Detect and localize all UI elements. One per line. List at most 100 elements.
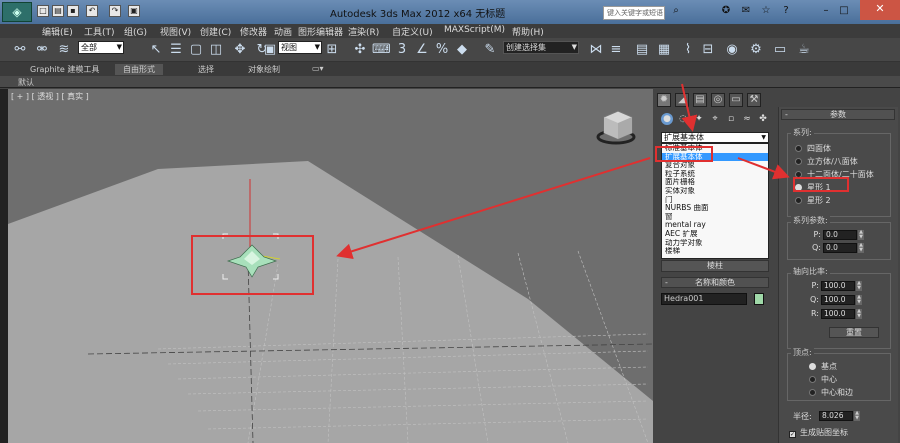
hierarchy-tab-icon[interactable]: ▤ <box>693 93 707 107</box>
object-color-swatch[interactable] <box>754 293 764 305</box>
favorites-icon[interactable]: ☆ <box>760 5 772 17</box>
shapes-icon[interactable]: ◌ <box>677 113 689 125</box>
radio-vertex-center[interactable]: 中心 <box>809 374 837 385</box>
gen-mapping-checkbox[interactable]: ✓ 生成贴图坐标 <box>789 427 848 438</box>
geometry-icon[interactable]: ● <box>661 113 673 125</box>
perspective-viewport[interactable]: [ + ] [ 透视 ] [ 真实 ] <box>8 89 653 443</box>
rendered-frame-icon[interactable]: ▭ <box>772 42 788 58</box>
menu-edit[interactable]: 编辑(E) <box>42 25 73 38</box>
scale-icon[interactable]: ▣ <box>262 42 278 58</box>
cameras-icon[interactable]: ⌖ <box>709 113 721 125</box>
pivot-center-icon[interactable]: ⊞ <box>324 42 340 58</box>
menu-maxscript[interactable]: MAXScript(M) <box>444 25 505 35</box>
radio-cube-octa[interactable]: 立方体/八面体 <box>795 156 858 167</box>
object-name-field[interactable]: Hedra001 <box>661 293 747 305</box>
list-item[interactable]: AEC 扩展 <box>662 230 768 239</box>
radio-tetra[interactable]: 四面体 <box>795 143 831 154</box>
angle-snap-icon[interactable]: ∠ <box>414 42 430 58</box>
menu-graph-editors[interactable]: 图形编辑器 <box>298 25 343 38</box>
list-item[interactable]: 动力学对象 <box>662 239 768 248</box>
ribbon-options-icon[interactable]: ▭▾ <box>312 64 324 73</box>
tab-object-paint[interactable]: 对象绘制 <box>248 64 280 75</box>
lights-icon[interactable]: ✦ <box>693 113 705 125</box>
curve-editor-icon[interactable]: ⌇ <box>680 42 696 58</box>
search-input[interactable]: 键入关键字或短语 <box>603 6 665 20</box>
tab-selection[interactable]: 选择 <box>198 64 214 75</box>
list-item[interactable]: 粒子系统 <box>662 170 768 179</box>
render-setup-icon[interactable]: ⚙ <box>748 42 764 58</box>
edit-named-sel-icon[interactable]: ✎ <box>482 42 498 58</box>
subscription-icon[interactable]: ✪ <box>720 5 732 17</box>
maximize-icon[interactable]: □ <box>838 5 850 17</box>
window-crossing-icon[interactable]: ◫ <box>208 42 224 58</box>
redo-icon[interactable]: ↷ <box>109 5 121 17</box>
helpers-icon[interactable]: ▫ <box>725 113 737 125</box>
project-folder-icon[interactable]: ▣ <box>128 5 140 17</box>
undo-icon[interactable]: ↶ <box>86 5 98 17</box>
radio-vertex-basis[interactable]: 基点 <box>809 361 837 372</box>
name-color-rollout-header[interactable]: - 名称和颜色 <box>661 277 769 288</box>
named-selection-set-dropdown[interactable]: 创建选择集 ▼ <box>503 41 579 54</box>
list-item[interactable]: 实体对象 <box>662 187 768 196</box>
material-editor-icon[interactable]: ◉ <box>724 42 740 58</box>
keyboard-shortcut-icon[interactable]: ⌨ <box>372 42 391 58</box>
select-by-name-icon[interactable]: ☰ <box>168 42 184 58</box>
radio-star2[interactable]: 星形 2 <box>795 195 831 206</box>
modify-tab-icon[interactable]: ◢ <box>675 93 689 107</box>
menu-customize[interactable]: 自定义(U) <box>392 25 433 38</box>
list-item[interactable]: mental ray <box>662 221 768 230</box>
spacewarps-icon[interactable]: ≈ <box>741 113 753 125</box>
close-icon[interactable]: ✕ <box>860 0 900 20</box>
select-object-icon[interactable]: ↖ <box>148 42 164 58</box>
display-tab-icon[interactable]: ▭ <box>729 93 743 107</box>
graphite-toggle-icon[interactable]: ▦ <box>656 42 672 58</box>
mirror-icon[interactable]: ⋈ <box>588 42 604 58</box>
new-file-icon[interactable]: □ <box>37 5 49 17</box>
list-item[interactable]: 复合对象 <box>662 161 768 170</box>
tab-freeform[interactable]: 自由形式 <box>115 64 163 75</box>
menu-views[interactable]: 视图(V) <box>160 25 191 38</box>
list-item[interactable]: 楼梯 <box>662 247 768 256</box>
viewport-label[interactable]: [ + ] [ 透视 ] [ 真实 ] <box>11 91 89 102</box>
communication-center-icon[interactable]: ✉ <box>740 5 752 17</box>
spinner-snap-icon[interactable]: ◆ <box>454 42 470 58</box>
render-production-icon[interactable]: ☕ <box>796 42 812 58</box>
rect-selection-icon[interactable]: ▢ <box>188 42 204 58</box>
list-item[interactable]: 门 <box>662 196 768 205</box>
move-icon[interactable]: ✥ <box>232 42 248 58</box>
systems-icon[interactable]: ✤ <box>757 113 769 125</box>
menu-rendering[interactable]: 渲染(R) <box>348 25 379 38</box>
app-logo-icon[interactable]: ◈ <box>2 2 32 22</box>
reset-button[interactable]: 重置 <box>829 327 879 338</box>
menu-group[interactable]: 组(G) <box>124 25 147 38</box>
menu-animation[interactable]: 动画 <box>274 25 292 38</box>
select-manipulate-icon[interactable]: ✣ <box>352 42 368 58</box>
list-item[interactable]: 面片栅格 <box>662 178 768 187</box>
menu-help[interactable]: 帮助(H) <box>512 25 544 38</box>
help-icon[interactable]: ? <box>780 5 792 17</box>
save-file-icon[interactable]: ▪ <box>67 5 79 17</box>
motion-tab-icon[interactable]: ◎ <box>711 93 725 107</box>
tab-graphite-modeling[interactable]: Graphite 建模工具 <box>30 64 99 75</box>
utilities-tab-icon[interactable]: ⚒ <box>747 93 761 107</box>
primitive-category-dropdown[interactable]: 扩展基本体 ▼ <box>661 132 769 143</box>
search-icon[interactable]: ⌕ <box>670 5 682 17</box>
open-file-icon[interactable]: ▤ <box>52 5 64 17</box>
minimize-icon[interactable]: – <box>820 5 832 17</box>
radio-vertex-center-sides[interactable]: 中心和边 <box>809 387 853 398</box>
snap-3d-icon[interactable]: 3 <box>394 42 410 58</box>
layer-manager-icon[interactable]: ▤ <box>634 42 650 58</box>
percent-snap-icon[interactable]: % <box>434 42 450 58</box>
list-item[interactable]: 窗 <box>662 213 768 222</box>
menu-tools[interactable]: 工具(T) <box>84 25 115 38</box>
schematic-view-icon[interactable]: ⊟ <box>700 42 716 58</box>
prism-button[interactable]: 棱柱 <box>661 260 769 272</box>
parameters-rollout-header[interactable]: - 参数 <box>781 109 895 120</box>
list-item[interactable]: NURBS 曲面 <box>662 204 768 213</box>
create-tab-icon[interactable]: ✹ <box>657 93 671 107</box>
selection-filter-dropdown[interactable]: 全部 ▼ <box>78 41 124 54</box>
unlink-icon[interactable]: ⚮ <box>34 42 50 58</box>
align-icon[interactable]: ≡ <box>608 42 624 58</box>
menu-create[interactable]: 创建(C) <box>200 25 231 38</box>
reference-coord-dropdown[interactable]: 视图 ▼ <box>278 41 322 54</box>
